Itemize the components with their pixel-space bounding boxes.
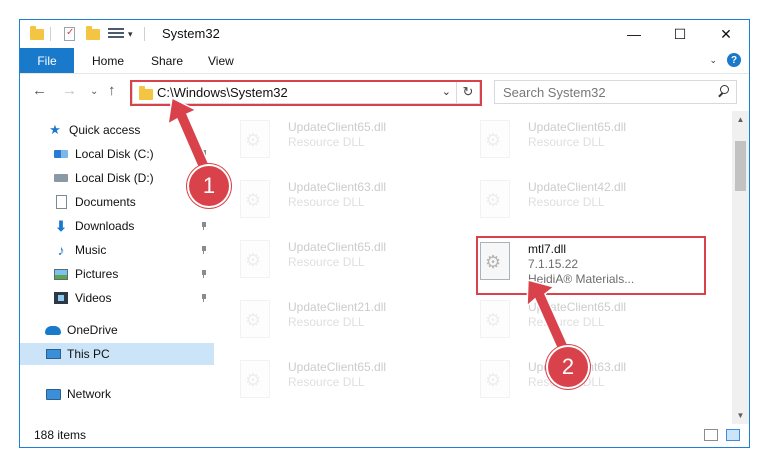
callout-arrows [167, 96, 571, 357]
callout-badge-1: 1 [189, 166, 229, 206]
callout-badge-2: 2 [548, 347, 588, 387]
arrow-2 [526, 279, 571, 357]
